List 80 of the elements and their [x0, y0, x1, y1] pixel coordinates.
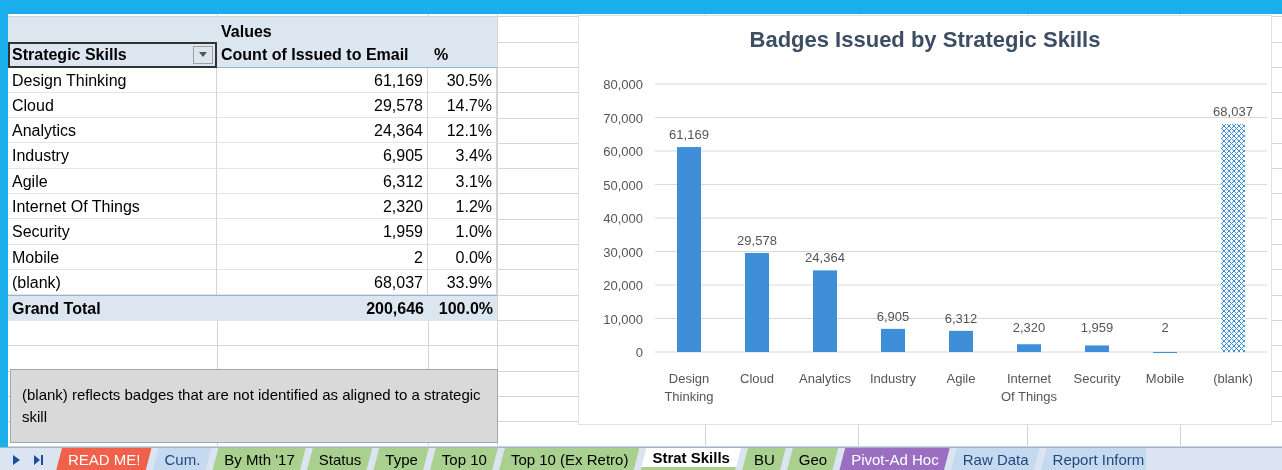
table-cell: 30.5% [428, 67, 497, 93]
table-cell: 1,959 [217, 219, 428, 245]
axis-category-label: Mobile [1145, 371, 1185, 386]
sheet-tab[interactable]: Geo [786, 448, 839, 470]
sheet-tab[interactable]: By Mth '17 [212, 448, 306, 470]
axis-tick-label: 10,000 [603, 311, 643, 327]
data-label: 29,578 [737, 232, 777, 248]
data-label: 61,169 [669, 127, 709, 143]
table-cell: 1.2% [428, 194, 497, 220]
data-label: 2 [1161, 320, 1169, 335]
data-label: 2,320 [1012, 320, 1046, 335]
sheet-tab[interactable]: Cum. [152, 448, 212, 470]
data-label: 1,959 [1080, 320, 1114, 335]
column-header: Count of Issued to Email [221, 46, 409, 64]
table-cell: 24,364 [217, 118, 428, 144]
axis-tick-label: 0 [635, 345, 643, 360]
sheet-tab[interactable]: Type [373, 448, 429, 470]
table-cell: 6,905 [217, 143, 428, 169]
table-cell: Mobile [8, 244, 217, 270]
table-cell: 200,646 [217, 295, 428, 321]
axis-category-label: Security [1073, 371, 1121, 386]
note-text-box: (blank) reflects badges that are not identified as aligned to a strategic skill [10, 369, 498, 443]
table-cell: Design Thinking [8, 67, 217, 93]
axis-category-label: Design Thinking [664, 371, 714, 404]
sheet-tab[interactable]: Report Inform [1040, 448, 1147, 470]
table-cell: Agile [8, 168, 217, 195]
table-cell: 1.0% [428, 219, 497, 245]
table-cell: 14.7% [428, 92, 497, 119]
table-cell: 3.1% [428, 168, 497, 195]
table-cell: 100.0% [428, 295, 497, 321]
table-cell: 33.9% [428, 269, 497, 296]
data-label: 6,905 [876, 308, 910, 324]
table-cell: 6,312 [217, 168, 428, 195]
table-cell: 29,578 [217, 92, 428, 119]
axis-tick-label: 60,000 [603, 144, 643, 159]
sheet-tab[interactable]: Top 10 (Ex Retro) [498, 448, 640, 470]
axis-category-label: Industry [869, 371, 917, 386]
axis-category-label: Cloud [740, 371, 774, 386]
table-cell: Analytics [8, 118, 217, 144]
axis-category-label: (blank) [1213, 371, 1253, 386]
axis-tick-label: 30,000 [603, 244, 643, 260]
axis-tick-label: 40,000 [603, 211, 643, 226]
axis-tick-label: 50,000 [603, 177, 643, 193]
sheet-tab[interactable]: Top 10 [429, 448, 498, 470]
axis-category-label: Internet Of Things [1000, 371, 1058, 404]
filter-field[interactable]: Strategic Skills [8, 42, 217, 68]
column-header: Strategic Skills [12, 45, 127, 66]
scroll-last-sheet-icon[interactable] [33, 454, 44, 465]
data-label: 68,037 [1213, 104, 1253, 120]
sheet-tab[interactable]: Strat Skills [640, 448, 741, 470]
table-cell: Internet Of Things [8, 194, 217, 220]
table-cell: Security [8, 219, 217, 245]
caret-icon [199, 52, 207, 58]
axis-tick-label: 70,000 [603, 110, 643, 126]
axis-tick-label: 20,000 [603, 278, 643, 293]
table-cell: 61,169 [217, 67, 428, 93]
sheet-tab[interactable]: Status [306, 448, 373, 470]
table-cell: (blank) [8, 269, 217, 296]
table-cell: 12.1% [428, 118, 497, 144]
chart-title: Badges Issued by Strategic Skills [749, 27, 1101, 52]
table-cell: 3.4% [428, 143, 497, 169]
scroll-next-sheet-icon[interactable] [12, 454, 21, 465]
sheet-tab[interactable]: Raw Data [950, 448, 1040, 470]
filter-dropdown-button[interactable] [193, 45, 213, 64]
axis-tick-label: 80,000 [603, 77, 643, 92]
table-cell: 0.0% [428, 244, 497, 270]
axis-category-label: Agile [946, 371, 976, 386]
data-label: 24,364 [805, 250, 845, 266]
column-header: % [434, 46, 449, 64]
values-label: Values [221, 23, 272, 40]
table-cell: Grand Total [8, 295, 217, 321]
axis-category-label: Analytics [799, 371, 851, 386]
sheet-tab[interactable]: Pivot-Ad Hoc [839, 448, 950, 470]
table-cell: Cloud [8, 92, 217, 119]
data-label: 6,312 [944, 310, 978, 326]
table-cell: 2 [217, 244, 428, 270]
sheet-tab[interactable]: BU [741, 448, 786, 470]
table-cell: 68,037 [217, 269, 428, 296]
table-cell: 2,320 [217, 194, 428, 220]
table-cell: Industry [8, 143, 217, 169]
